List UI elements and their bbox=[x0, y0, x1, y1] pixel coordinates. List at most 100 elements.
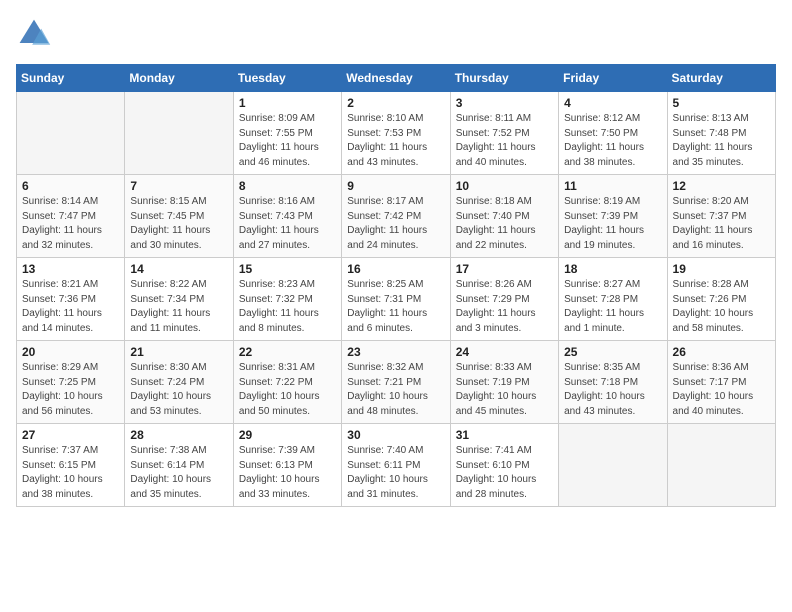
calendar-cell: 26 Sunrise: 8:36 AM Sunset: 7:17 PM Dayli… bbox=[667, 341, 775, 424]
day-number: 18 bbox=[564, 262, 661, 276]
logo bbox=[16, 16, 56, 52]
calendar-cell: 12 Sunrise: 8:20 AM Sunset: 7:37 PM Dayli… bbox=[667, 175, 775, 258]
day-info: Sunrise: 8:20 AM Sunset: 7:37 PM Dayligh… bbox=[673, 195, 770, 253]
day-number: 10 bbox=[456, 179, 553, 193]
day-info: Sunrise: 8:11 AM Sunset: 7:52 PM Dayligh… bbox=[456, 112, 553, 170]
day-info: Sunrise: 8:36 AM Sunset: 7:17 PM Dayligh… bbox=[673, 361, 770, 419]
week-row-1: 1 Sunrise: 8:09 AM Sunset: 7:55 PM Daylig… bbox=[17, 92, 776, 175]
day-number: 16 bbox=[347, 262, 444, 276]
col-header-monday: Monday bbox=[125, 65, 233, 92]
day-number: 21 bbox=[130, 345, 227, 359]
calendar-cell: 18Sunrise: 8:27 AM Sunset: 7:28 PM Dayli… bbox=[559, 258, 667, 341]
calendar-cell bbox=[125, 92, 233, 175]
calendar-cell: 8Sunrise: 8:16 AM Sunset: 7:43 PM Daylig… bbox=[233, 175, 341, 258]
calendar-cell: 28Sunrise: 7:38 AM Sunset: 6:14 PM Dayli… bbox=[125, 424, 233, 507]
day-info: Sunrise: 8:23 AM Sunset: 7:32 PM Dayligh… bbox=[239, 278, 336, 336]
day-info: Sunrise: 8:22 AM Sunset: 7:34 PM Dayligh… bbox=[130, 278, 227, 336]
day-info: Sunrise: 8:10 AM Sunset: 7:53 PM Dayligh… bbox=[347, 112, 444, 170]
col-header-tuesday: Tuesday bbox=[233, 65, 341, 92]
week-row-5: 27 Sunrise: 7:37 AM Sunset: 6:15 PM Dayli… bbox=[17, 424, 776, 507]
calendar-cell: 29Sunrise: 7:39 AM Sunset: 6:13 PM Dayli… bbox=[233, 424, 341, 507]
day-info: Sunrise: 8:17 AM Sunset: 7:42 PM Dayligh… bbox=[347, 195, 444, 253]
day-info: Sunrise: 8:32 AM Sunset: 7:21 PM Dayligh… bbox=[347, 361, 444, 419]
calendar-cell: 3Sunrise: 8:11 AM Sunset: 7:52 PM Daylig… bbox=[450, 92, 558, 175]
week-row-4: 20 Sunrise: 8:29 AM Sunset: 7:25 PM Dayli… bbox=[17, 341, 776, 424]
day-number: 2 bbox=[347, 96, 444, 110]
day-number: 11 bbox=[564, 179, 661, 193]
calendar-cell: 20 Sunrise: 8:29 AM Sunset: 7:25 PM Dayli… bbox=[17, 341, 125, 424]
day-info: Sunrise: 8:26 AM Sunset: 7:29 PM Dayligh… bbox=[456, 278, 553, 336]
calendar-cell: 21 Sunrise: 8:30 AM Sunset: 7:24 PM Dayli… bbox=[125, 341, 233, 424]
calendar-cell: 15 Sunrise: 8:23 AM Sunset: 7:32 PM Dayli… bbox=[233, 258, 341, 341]
day-info: Sunrise: 8:13 AM Sunset: 7:48 PM Dayligh… bbox=[673, 112, 770, 170]
day-info: Sunrise: 8:15 AM Sunset: 7:45 PM Dayligh… bbox=[130, 195, 227, 253]
day-number: 6 bbox=[22, 179, 119, 193]
day-number: 27 bbox=[22, 428, 119, 442]
calendar-cell: 5 Sunrise: 8:13 AM Sunset: 7:48 PM Daylig… bbox=[667, 92, 775, 175]
header bbox=[16, 16, 776, 52]
day-number: 4 bbox=[564, 96, 661, 110]
calendar-cell: 31 Sunrise: 7:41 AM Sunset: 6:10 PM Dayli… bbox=[450, 424, 558, 507]
day-info: Sunrise: 8:30 AM Sunset: 7:24 PM Dayligh… bbox=[130, 361, 227, 419]
day-info: Sunrise: 8:31 AM Sunset: 7:22 PM Dayligh… bbox=[239, 361, 336, 419]
day-info: Sunrise: 8:33 AM Sunset: 7:19 PM Dayligh… bbox=[456, 361, 553, 419]
day-info: Sunrise: 8:09 AM Sunset: 7:55 PM Dayligh… bbox=[239, 112, 336, 170]
calendar-cell: 11Sunrise: 8:19 AM Sunset: 7:39 PM Dayli… bbox=[559, 175, 667, 258]
day-number: 26 bbox=[673, 345, 770, 359]
calendar-cell: 25 Sunrise: 8:35 AM Sunset: 7:18 PM Dayli… bbox=[559, 341, 667, 424]
day-info: Sunrise: 8:25 AM Sunset: 7:31 PM Dayligh… bbox=[347, 278, 444, 336]
calendar-cell bbox=[559, 424, 667, 507]
day-info: Sunrise: 7:38 AM Sunset: 6:14 PM Dayligh… bbox=[130, 444, 227, 502]
day-number: 20 bbox=[22, 345, 119, 359]
day-number: 23 bbox=[347, 345, 444, 359]
day-number: 1 bbox=[239, 96, 336, 110]
calendar-cell bbox=[667, 424, 775, 507]
calendar-cell: 10 Sunrise: 8:18 AM Sunset: 7:40 PM Dayli… bbox=[450, 175, 558, 258]
day-info: Sunrise: 8:28 AM Sunset: 7:26 PM Dayligh… bbox=[673, 278, 770, 336]
calendar-cell: 22 Sunrise: 8:31 AM Sunset: 7:22 PM Dayli… bbox=[233, 341, 341, 424]
day-number: 13 bbox=[22, 262, 119, 276]
day-number: 9 bbox=[347, 179, 444, 193]
col-header-sunday: Sunday bbox=[17, 65, 125, 92]
calendar-cell: 19Sunrise: 8:28 AM Sunset: 7:26 PM Dayli… bbox=[667, 258, 775, 341]
calendar-cell: 1 Sunrise: 8:09 AM Sunset: 7:55 PM Daylig… bbox=[233, 92, 341, 175]
calendar-cell: 24 Sunrise: 8:33 AM Sunset: 7:19 PM Dayli… bbox=[450, 341, 558, 424]
calendar-table: SundayMondayTuesdayWednesdayThursdayFrid… bbox=[16, 64, 776, 507]
day-number: 5 bbox=[673, 96, 770, 110]
col-header-friday: Friday bbox=[559, 65, 667, 92]
day-number: 31 bbox=[456, 428, 553, 442]
calendar-cell: 27 Sunrise: 7:37 AM Sunset: 6:15 PM Dayli… bbox=[17, 424, 125, 507]
day-info: Sunrise: 7:37 AM Sunset: 6:15 PM Dayligh… bbox=[22, 444, 119, 502]
day-number: 14 bbox=[130, 262, 227, 276]
day-number: 12 bbox=[673, 179, 770, 193]
calendar-cell: 14 Sunrise: 8:22 AM Sunset: 7:34 PM Dayli… bbox=[125, 258, 233, 341]
day-number: 25 bbox=[564, 345, 661, 359]
col-header-saturday: Saturday bbox=[667, 65, 775, 92]
calendar-cell: 23 Sunrise: 8:32 AM Sunset: 7:21 PM Dayli… bbox=[342, 341, 450, 424]
calendar-cell: 16 Sunrise: 8:25 AM Sunset: 7:31 PM Dayli… bbox=[342, 258, 450, 341]
calendar-cell: 7Sunrise: 8:15 AM Sunset: 7:45 PM Daylig… bbox=[125, 175, 233, 258]
logo-icon bbox=[16, 16, 52, 52]
day-info: Sunrise: 8:14 AM Sunset: 7:47 PM Dayligh… bbox=[22, 195, 119, 253]
day-number: 17 bbox=[456, 262, 553, 276]
day-info: Sunrise: 8:35 AM Sunset: 7:18 PM Dayligh… bbox=[564, 361, 661, 419]
calendar-cell bbox=[17, 92, 125, 175]
week-row-2: 6 Sunrise: 8:14 AM Sunset: 7:47 PM Daylig… bbox=[17, 175, 776, 258]
day-number: 24 bbox=[456, 345, 553, 359]
day-number: 15 bbox=[239, 262, 336, 276]
day-info: Sunrise: 8:18 AM Sunset: 7:40 PM Dayligh… bbox=[456, 195, 553, 253]
calendar-cell: 30Sunrise: 7:40 AM Sunset: 6:11 PM Dayli… bbox=[342, 424, 450, 507]
calendar-cell: 17 Sunrise: 8:26 AM Sunset: 7:29 PM Dayli… bbox=[450, 258, 558, 341]
day-number: 22 bbox=[239, 345, 336, 359]
day-info: Sunrise: 8:21 AM Sunset: 7:36 PM Dayligh… bbox=[22, 278, 119, 336]
day-number: 30 bbox=[347, 428, 444, 442]
day-info: Sunrise: 8:16 AM Sunset: 7:43 PM Dayligh… bbox=[239, 195, 336, 253]
day-info: Sunrise: 8:29 AM Sunset: 7:25 PM Dayligh… bbox=[22, 361, 119, 419]
header-row: SundayMondayTuesdayWednesdayThursdayFrid… bbox=[17, 65, 776, 92]
calendar-cell: 9 Sunrise: 8:17 AM Sunset: 7:42 PM Daylig… bbox=[342, 175, 450, 258]
calendar-cell: 2 Sunrise: 8:10 AM Sunset: 7:53 PM Daylig… bbox=[342, 92, 450, 175]
col-header-thursday: Thursday bbox=[450, 65, 558, 92]
calendar-cell: 4 Sunrise: 8:12 AM Sunset: 7:50 PM Daylig… bbox=[559, 92, 667, 175]
day-info: Sunrise: 7:41 AM Sunset: 6:10 PM Dayligh… bbox=[456, 444, 553, 502]
day-info: Sunrise: 8:12 AM Sunset: 7:50 PM Dayligh… bbox=[564, 112, 661, 170]
